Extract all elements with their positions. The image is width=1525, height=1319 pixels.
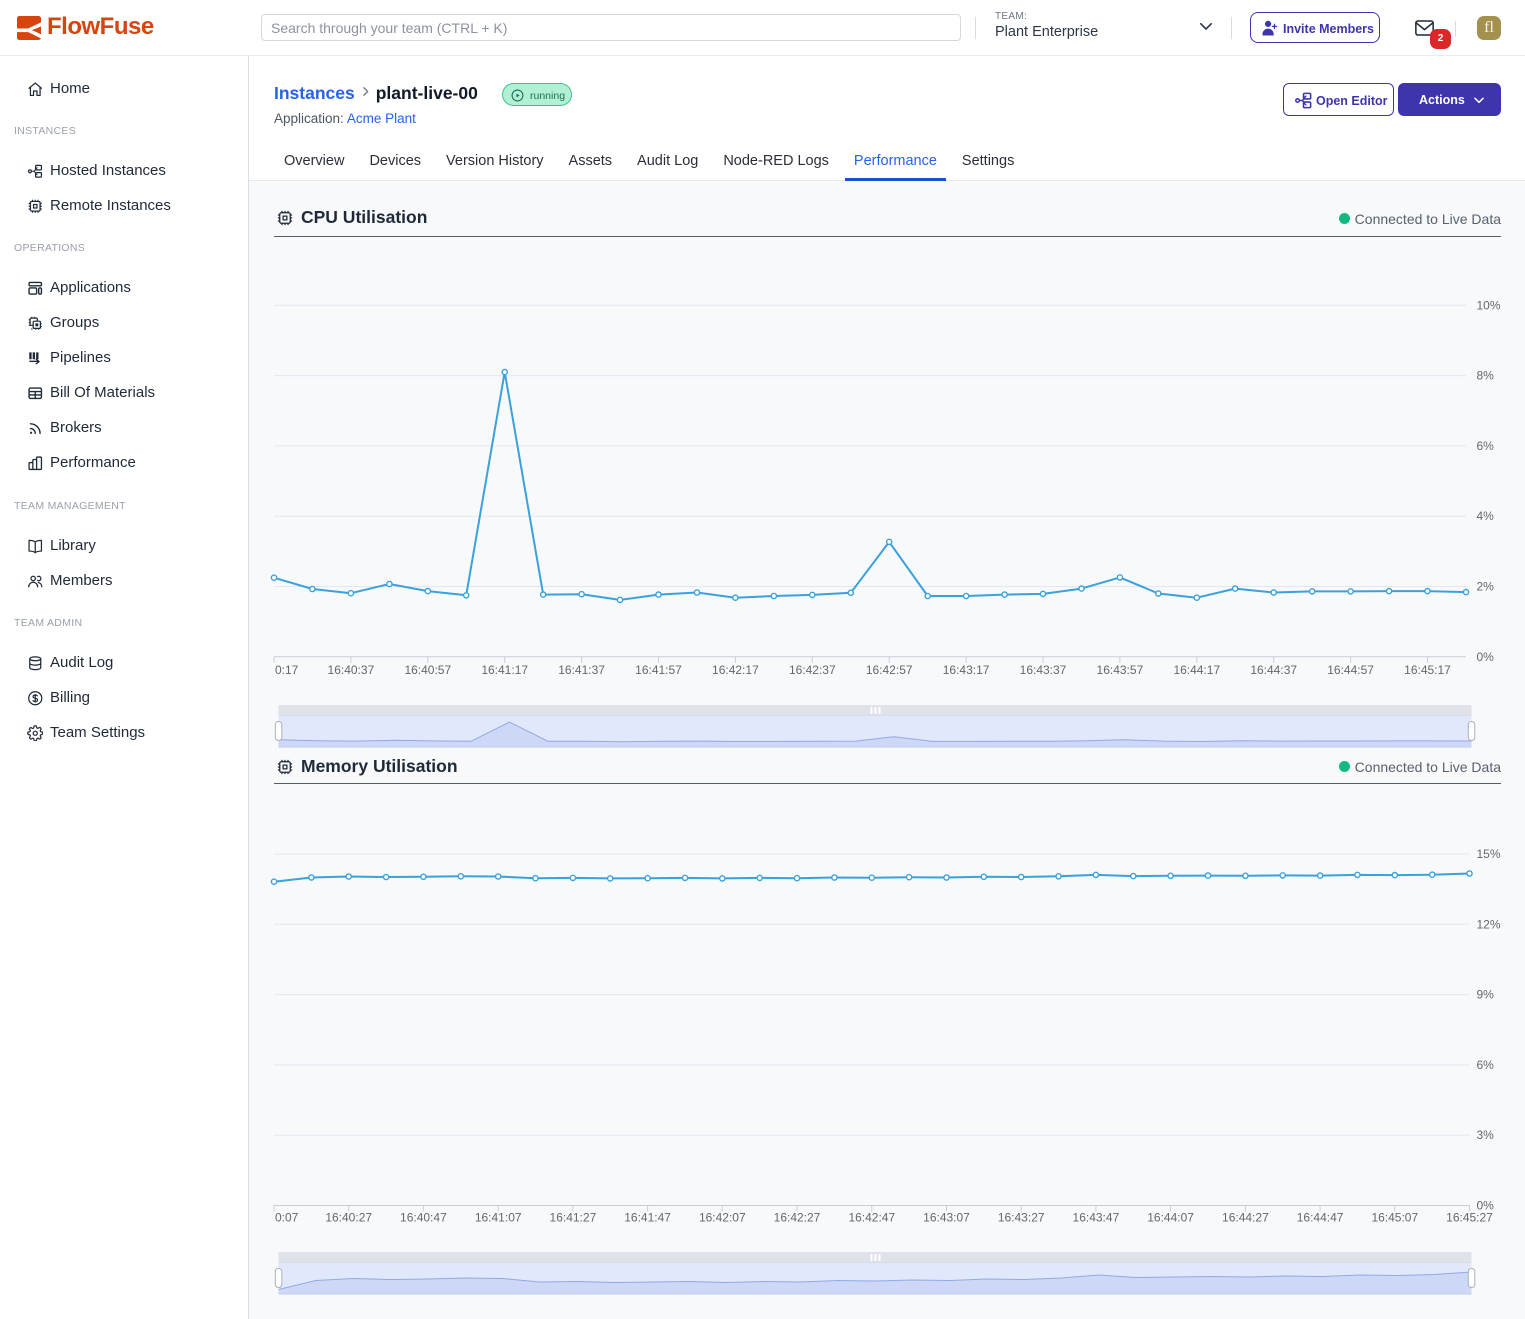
svg-text:16:42:07: 16:42:07 [699, 1211, 746, 1225]
svg-text:2%: 2% [1477, 580, 1495, 594]
svg-text:16:42:27: 16:42:27 [774, 1211, 821, 1225]
svg-text:16:44:57: 16:44:57 [1327, 663, 1374, 677]
svg-text:6%: 6% [1477, 439, 1495, 453]
svg-text:0:17: 0:17 [275, 663, 299, 677]
svg-text:16:43:47: 16:43:47 [1073, 1211, 1120, 1225]
svg-text:8%: 8% [1477, 369, 1495, 383]
svg-text:16:40:27: 16:40:27 [325, 1211, 372, 1225]
svg-text:16:41:57: 16:41:57 [635, 663, 682, 677]
svg-text:9%: 9% [1477, 988, 1495, 1002]
svg-text:16:42:57: 16:42:57 [866, 663, 913, 677]
svg-text:6%: 6% [1477, 1058, 1495, 1072]
svg-text:16:45:27: 16:45:27 [1446, 1211, 1493, 1225]
svg-text:16:40:57: 16:40:57 [404, 663, 451, 677]
svg-text:16:42:17: 16:42:17 [712, 663, 759, 677]
svg-text:3%: 3% [1477, 1128, 1495, 1142]
svg-text:16:42:37: 16:42:37 [789, 663, 836, 677]
svg-text:16:41:37: 16:41:37 [558, 663, 605, 677]
svg-text:16:41:27: 16:41:27 [550, 1211, 597, 1225]
svg-text:16:40:37: 16:40:37 [328, 663, 375, 677]
svg-text:0%: 0% [1477, 650, 1495, 664]
svg-text:0%: 0% [1477, 1199, 1495, 1213]
svg-text:16:44:27: 16:44:27 [1222, 1211, 1269, 1225]
svg-text:10%: 10% [1477, 298, 1501, 312]
svg-text:0:07: 0:07 [275, 1211, 299, 1225]
svg-text:4%: 4% [1477, 509, 1495, 523]
svg-text:16:41:07: 16:41:07 [475, 1211, 522, 1225]
svg-text:16:41:17: 16:41:17 [481, 663, 528, 677]
svg-text:16:43:57: 16:43:57 [1097, 663, 1144, 677]
svg-text:16:43:17: 16:43:17 [943, 663, 990, 677]
svg-text:16:43:27: 16:43:27 [998, 1211, 1045, 1225]
svg-text:16:42:47: 16:42:47 [848, 1211, 895, 1225]
svg-text:15%: 15% [1477, 847, 1501, 861]
svg-text:16:44:07: 16:44:07 [1147, 1211, 1194, 1225]
svg-text:16:44:17: 16:44:17 [1173, 663, 1220, 677]
svg-text:16:45:07: 16:45:07 [1371, 1211, 1418, 1225]
svg-text:16:43:37: 16:43:37 [1020, 663, 1067, 677]
svg-text:16:41:47: 16:41:47 [624, 1211, 671, 1225]
svg-text:12%: 12% [1477, 917, 1501, 931]
svg-text:16:44:47: 16:44:47 [1297, 1211, 1344, 1225]
svg-text:16:44:37: 16:44:37 [1250, 663, 1297, 677]
svg-text:16:45:17: 16:45:17 [1404, 663, 1451, 677]
svg-text:16:40:47: 16:40:47 [400, 1211, 447, 1225]
svg-text:16:43:07: 16:43:07 [923, 1211, 970, 1225]
